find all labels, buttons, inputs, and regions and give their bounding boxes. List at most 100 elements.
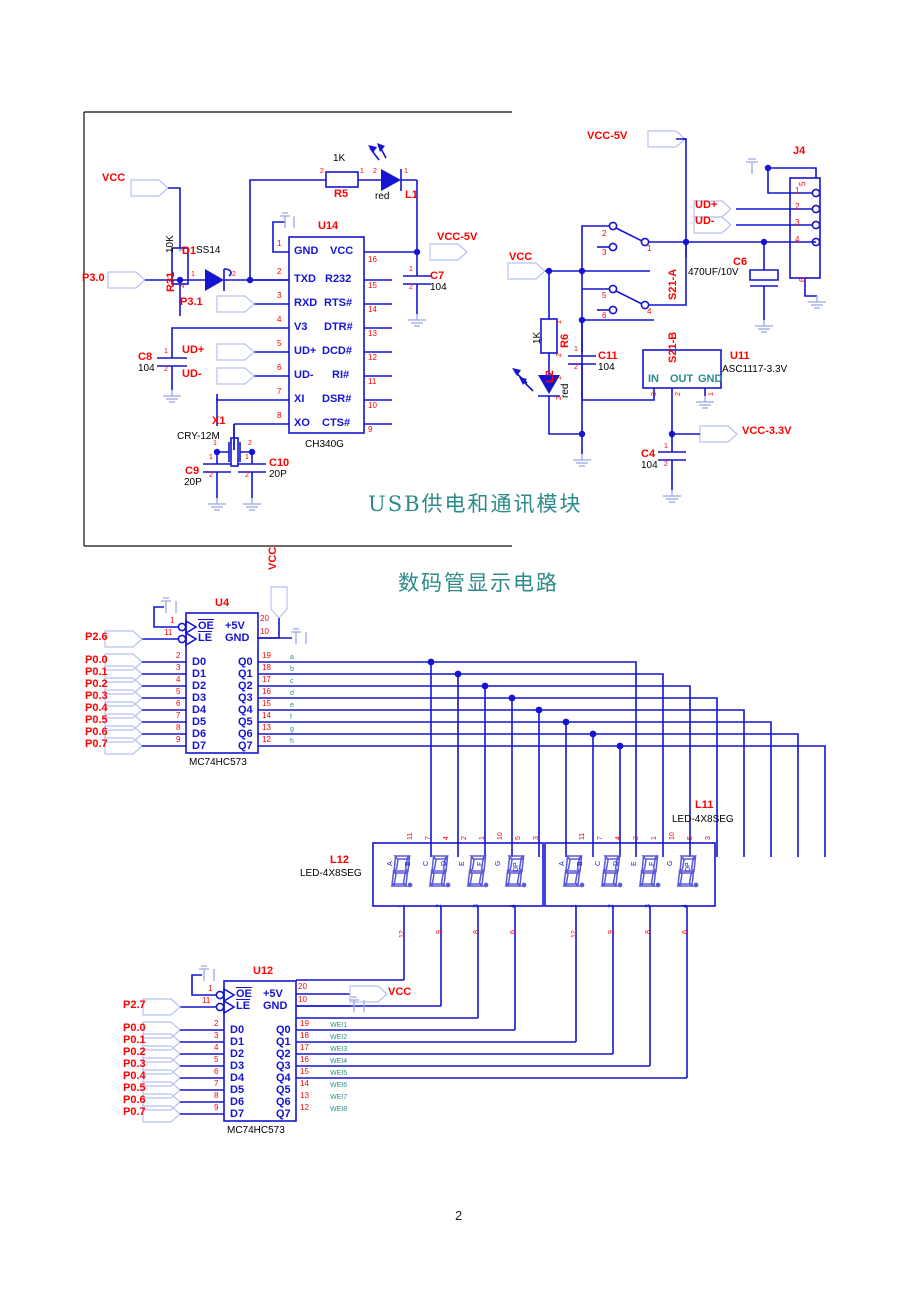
l1-pin-2: 2 xyxy=(373,168,377,175)
l11-seg-pin-name-f: F xyxy=(649,861,656,866)
c7-pin-2: 2 xyxy=(409,284,413,291)
u4-pin-name-oe: OE xyxy=(198,620,214,632)
netlabel-wei5: WEI5 xyxy=(330,1070,348,1077)
u4-pin-num-5: 5 xyxy=(176,687,181,696)
l12-digit-pin-name-4: 4 xyxy=(510,904,517,908)
u12-pin-num-18: 18 xyxy=(300,1031,309,1040)
r31-value: 10K xyxy=(165,235,176,253)
j4-pin-6: 6 xyxy=(798,277,807,282)
u14-pin-num-16: 16 xyxy=(368,255,377,264)
netlabel-p30: P3.0 xyxy=(82,272,105,284)
c11-value: 104 xyxy=(598,362,615,373)
netlabel-wei2: WEI2 xyxy=(330,1034,348,1041)
s21a-pin-1: 1 xyxy=(647,244,652,253)
l11-digit-pin-num-12: 12 xyxy=(571,930,578,938)
c9-designator: C9 xyxy=(185,465,200,477)
u14-pin-num-15: 15 xyxy=(368,281,377,290)
netlabel-seg-d: d xyxy=(290,690,294,697)
u4-pin-name-q2: Q2 xyxy=(238,680,253,692)
l12-digit-pin-name-3: 3 xyxy=(473,904,480,908)
u4-pin-num-9: 9 xyxy=(176,735,181,744)
u14-pin-name-rts: RTS# xyxy=(324,297,353,309)
c11-pin-2: 2 xyxy=(574,364,578,371)
u12-input-net-p07: P0.7 xyxy=(123,1106,146,1118)
l12-digit-pin-name-1: 1 xyxy=(399,904,406,908)
u4-pin-name-d4: D4 xyxy=(192,704,207,716)
u12-pin-name-q5: Q5 xyxy=(276,1084,291,1096)
j4-pin-3: 3 xyxy=(795,218,800,227)
u14-pin-num-1: 1 xyxy=(277,239,282,248)
s21b-pin-5: 5 xyxy=(602,291,607,300)
u4-le-netlabel: P2.6 xyxy=(85,631,108,643)
x1-pin-2: 2 xyxy=(248,440,252,447)
netlabel-vcc5v-left: VCC-5V xyxy=(437,231,478,243)
netlabel-vcc: VCC xyxy=(102,172,126,184)
l11-digit-pin-name-3: 3 xyxy=(645,904,652,908)
r5-pin-1: 1 xyxy=(360,168,364,175)
s21b-pin-4: 4 xyxy=(647,307,652,316)
netlabel-wei3: WEI3 xyxy=(330,1046,348,1053)
u12-pin-num-5: 5 xyxy=(214,1055,219,1064)
u4-pin-name-d2: D2 xyxy=(192,680,207,692)
u12-pin-name-d4: D4 xyxy=(230,1072,245,1084)
u12-input-net-p00: P0.0 xyxy=(123,1022,146,1034)
l2-pin-2: 2 xyxy=(556,396,563,400)
l11-seg-pin-num-g: 5 xyxy=(687,836,694,840)
u12-input-net-p01: P0.1 xyxy=(123,1034,146,1046)
l12-seg-pin-num-b: 7 xyxy=(425,836,432,840)
r5-pin-2: 2 xyxy=(320,168,324,175)
u4-pin-num-18: 18 xyxy=(262,663,271,672)
u12-pin-name-d5: D5 xyxy=(230,1084,245,1096)
l11-seg-pin-num-dp: 3 xyxy=(705,836,712,840)
netlabel-seg-a: a xyxy=(290,654,294,661)
u4-pin-num-14: 14 xyxy=(262,711,271,720)
u4-pin-name-q4: Q4 xyxy=(238,704,253,716)
u4-pin-name-q6: Q6 xyxy=(238,728,253,740)
x1-designator: X1 xyxy=(212,415,226,427)
u4-input-net-p05: P0.5 xyxy=(85,714,108,726)
l11-seg-pin-num-a: 11 xyxy=(579,832,586,840)
l12-seg-pin-num-e: 1 xyxy=(479,836,486,840)
s21a-pin-3: 3 xyxy=(602,248,607,257)
schematic-sheet: .w{stroke:#1414d2;stroke-width:1.6;fill:… xyxy=(0,0,920,1302)
u4-pin-num-20: 20 xyxy=(260,614,269,623)
u11-part-number: ASC1117-3.3V xyxy=(722,364,788,375)
u4-input-net-p04: P0.4 xyxy=(85,702,108,714)
netlabel-wei6: WEI6 xyxy=(330,1082,348,1089)
u14-pin-num-13: 13 xyxy=(368,329,377,338)
u4-pin-name-q5: Q5 xyxy=(238,716,253,728)
l12-digit-pin-name-2: 2 xyxy=(436,904,443,908)
l12-seg-pin-name-e: E xyxy=(459,861,466,866)
c6-value: 470UF/10V xyxy=(688,267,739,278)
s21a-designator: S21-A xyxy=(667,268,679,300)
u14-pin-num-5: 5 xyxy=(277,339,282,348)
netlabel-seg-f: f xyxy=(290,714,292,721)
u4-pin-num-13: 13 xyxy=(262,723,271,732)
l11-part-number: LED-4X8SEG xyxy=(672,814,734,825)
r5-value: 1K xyxy=(333,153,346,164)
u12-pin-num-3: 3 xyxy=(214,1031,219,1040)
l12-seg-pin-name-g: G xyxy=(495,860,502,866)
r6-designator: R6 xyxy=(559,333,571,348)
netlabel-seg-h: h xyxy=(290,738,294,745)
u12-input-net-p02: P0.2 xyxy=(123,1046,146,1058)
u4-pin-num-4: 4 xyxy=(176,675,181,684)
u12-pin-name-d2: D2 xyxy=(230,1048,245,1060)
r31-pin-2: 2 xyxy=(179,284,186,288)
l11-seg-pin-num-d: 2 xyxy=(633,836,640,840)
u4-pin-name-d1: D1 xyxy=(192,668,207,680)
d1-designator: D1 xyxy=(182,245,197,257)
l12-seg-pin-num-d: 2 xyxy=(461,836,468,840)
u4-pin-name-q3: Q3 xyxy=(238,692,253,704)
u12-pin-name-q4: Q4 xyxy=(276,1072,291,1084)
u4-pin-name-d7: D7 xyxy=(192,740,207,752)
r31-designator: R31 xyxy=(165,271,177,292)
c4-designator: C4 xyxy=(641,448,656,460)
l1-pin-1: 1 xyxy=(404,168,408,175)
netlabel-wei8: WEI8 xyxy=(330,1106,348,1113)
u14-pin-name-v3: V3 xyxy=(294,321,308,333)
l11-seg-pin-name-dp: DP xyxy=(685,862,692,872)
l11-seg-pin-name-d: D xyxy=(613,860,620,866)
u12-vcc-netlabel: VCC xyxy=(388,986,412,998)
netlabel-wei1: WEI1 xyxy=(330,1022,348,1029)
